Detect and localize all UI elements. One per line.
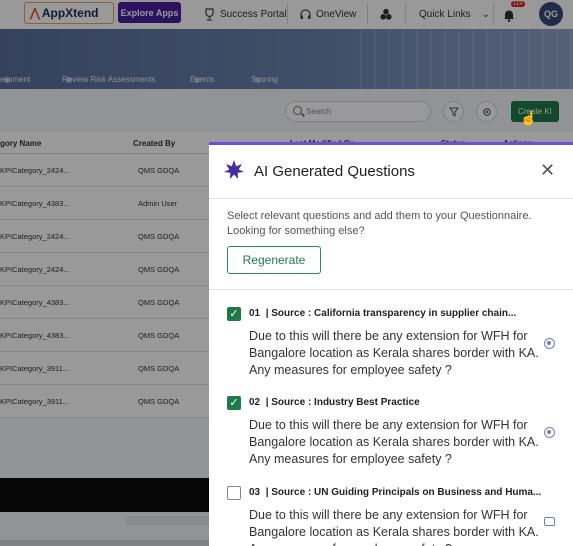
question-header: 01 | Source : California transparency in… [249, 308, 517, 319]
question-text: Due to this will there be any extension … [249, 418, 539, 466]
comment-icon[interactable] [544, 517, 555, 526]
regenerate-button[interactable]: Regenerate [227, 246, 321, 274]
panel-title: AI Generated Questions [254, 163, 415, 180]
ai-questions-panel: AI Generated Questions ✕ Select relevant… [209, 142, 573, 546]
question-header: 03 | Source : UN Guiding Principals on B… [249, 487, 542, 498]
question-checkbox-checked[interactable]: ✓ [227, 307, 241, 321]
radio-target-icon[interactable] [544, 338, 555, 349]
divider [209, 289, 573, 290]
panel-header: AI Generated Questions ✕ [209, 145, 573, 199]
close-icon[interactable]: ✕ [540, 161, 555, 179]
radio-target-icon[interactable] [544, 427, 555, 438]
question-text: Due to this will there be any extension … [249, 329, 539, 377]
question-header: 02 | Source : Industry Best Practice [249, 397, 420, 408]
question-checkbox-checked[interactable]: ✓ [227, 396, 241, 410]
question-checkbox-unchecked[interactable] [227, 486, 241, 500]
hand-cursor-icon: ☝ [520, 110, 538, 126]
question-text: Due to this will there be any extension … [249, 508, 539, 546]
ai-sparkle-icon [223, 159, 245, 181]
panel-intro-text: Select relevant questions and add them t… [227, 210, 532, 237]
